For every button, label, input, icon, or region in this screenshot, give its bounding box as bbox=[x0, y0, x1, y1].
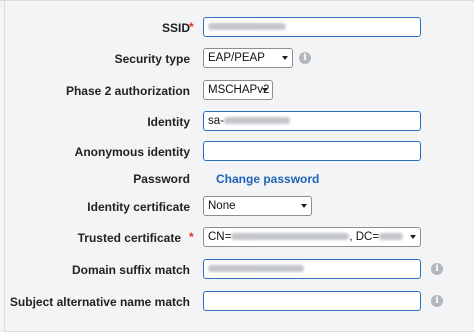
identity-certificate-row: Identity certificate None bbox=[0, 195, 474, 219]
security-type-row: Security type EAP/PEAP i bbox=[0, 47, 474, 71]
chevron-down-icon bbox=[301, 204, 307, 208]
password-row: Password Change password bbox=[0, 167, 474, 191]
panel-top-border bbox=[0, 0, 474, 1]
domain-suffix-label: Domain suffix match bbox=[71, 263, 190, 277]
phase2-select[interactable]: MSCHAPv2 bbox=[203, 80, 273, 100]
trusted-certificate-row: Trusted certificate * CN= , DC= bbox=[0, 226, 474, 250]
trusted-certificate-select[interactable]: CN= , DC= bbox=[203, 227, 421, 247]
security-type-label: Security type bbox=[114, 52, 190, 66]
trusted-certificate-label: Trusted certificate bbox=[77, 231, 181, 245]
chevron-down-icon bbox=[262, 88, 268, 92]
subject-alt-name-label: Subject alternative name match bbox=[9, 295, 190, 309]
trusted-certificate-required-marker: * bbox=[189, 230, 194, 244]
identity-certificate-label: Identity certificate bbox=[87, 200, 190, 214]
identity-certificate-value: None bbox=[208, 200, 236, 212]
security-type-value: EAP/PEAP bbox=[208, 52, 265, 64]
domain-suffix-row: Domain suffix match i bbox=[0, 258, 474, 282]
chevron-down-icon bbox=[282, 56, 288, 60]
info-icon[interactable]: i bbox=[431, 295, 443, 307]
info-icon[interactable]: i bbox=[431, 263, 443, 275]
domain-suffix-redacted-value bbox=[208, 265, 304, 273]
identity-certificate-select[interactable]: None bbox=[203, 196, 312, 216]
ssid-required-marker: * bbox=[189, 20, 194, 34]
phase2-label: Phase 2 authorization bbox=[65, 84, 190, 98]
chevron-down-icon bbox=[410, 235, 416, 239]
trusted-certificate-redacted-dc bbox=[379, 233, 404, 241]
anonymous-identity-label: Anonymous identity bbox=[74, 145, 190, 159]
identity-row: Identity sa- bbox=[0, 110, 474, 134]
change-password-link[interactable]: Change password bbox=[216, 167, 319, 191]
anonymous-identity-input[interactable] bbox=[203, 141, 421, 161]
ssid-label: SSID bbox=[161, 21, 190, 35]
trusted-certificate-dc-prefix: , DC= bbox=[349, 231, 380, 243]
subject-alt-name-input[interactable] bbox=[203, 291, 421, 311]
identity-redacted-value bbox=[223, 117, 290, 125]
domain-suffix-input[interactable] bbox=[203, 259, 421, 279]
ssid-redacted-value bbox=[208, 23, 286, 31]
anonymous-identity-row: Anonymous identity bbox=[0, 140, 474, 164]
phase2-value: MSCHAPv2 bbox=[208, 84, 270, 96]
identity-label: Identity bbox=[147, 115, 190, 129]
password-label: Password bbox=[133, 172, 190, 186]
info-icon[interactable]: i bbox=[299, 52, 311, 64]
subject-alt-name-row: Subject alternative name match i bbox=[0, 290, 474, 314]
trusted-certificate-redacted-cn bbox=[231, 233, 350, 241]
phase2-row: Phase 2 authorization MSCHAPv2 bbox=[0, 79, 474, 103]
ssid-input[interactable] bbox=[203, 17, 421, 37]
ssid-row: SSID * bbox=[0, 16, 474, 40]
identity-input[interactable]: sa- bbox=[203, 111, 421, 131]
security-type-select[interactable]: EAP/PEAP bbox=[203, 48, 293, 68]
identity-prefix: sa- bbox=[208, 115, 224, 127]
trusted-certificate-cn-prefix: CN= bbox=[208, 231, 232, 243]
